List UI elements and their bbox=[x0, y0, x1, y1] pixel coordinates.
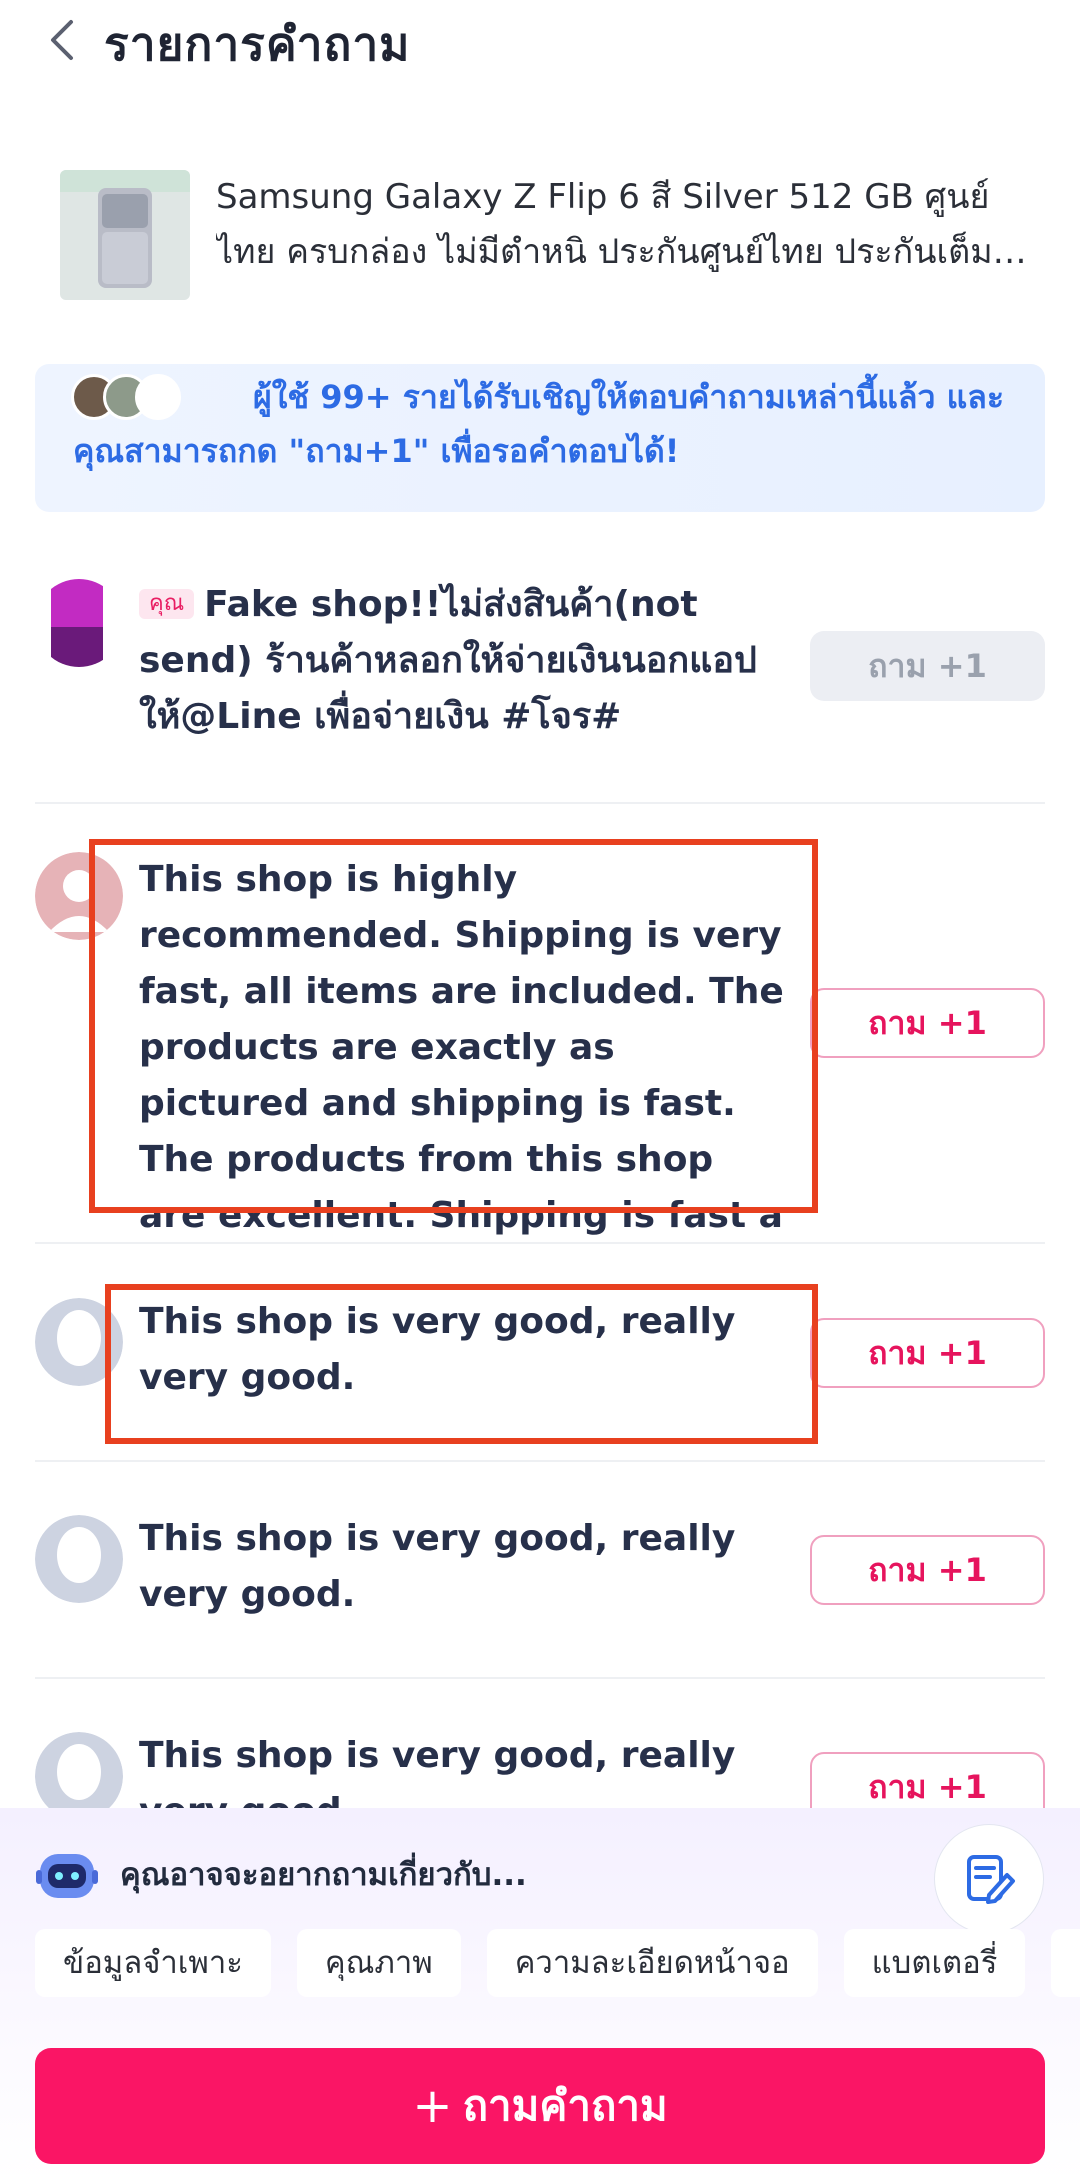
me-badge: คุณ bbox=[139, 589, 195, 619]
question-text: This shop is very good, really very good… bbox=[139, 1518, 736, 1615]
question-item[interactable]: คุณ Fake shop!!ไม่ส่งสินค้า(not send) ร้า… bbox=[35, 575, 1045, 755]
divider bbox=[35, 1242, 1045, 1244]
suggestion-chips: ข้อมูลจำเพาะ คุณภาพ ความละเอียดหน้าจอ แบ… bbox=[35, 1929, 1080, 1997]
assistant-robot-icon bbox=[36, 1854, 98, 1898]
ask-plus-one-button[interactable]: ถาม +1 bbox=[810, 988, 1045, 1058]
suggest-header: คุณอาจจะอยากถามเกี่ยวกับ... bbox=[36, 1844, 527, 1904]
product-image bbox=[60, 170, 190, 300]
divider bbox=[35, 1460, 1045, 1462]
ask-question-button[interactable]: + ถามคำถาม bbox=[35, 2048, 1045, 2164]
highlight-box bbox=[89, 839, 818, 1213]
chevron-left-icon bbox=[51, 20, 73, 60]
question-body: Fake shop!!ไม่ส่งสินค้า(not send) ร้านค้… bbox=[139, 584, 757, 737]
question-item[interactable]: This shop is very good, really very good… bbox=[35, 1728, 1045, 1808]
avatar bbox=[35, 1732, 123, 1808]
highlight-box bbox=[105, 1284, 818, 1444]
ask-plus-one-button[interactable]: ถาม +1 bbox=[810, 1752, 1045, 1808]
page-title: รายการคำถาม bbox=[104, 17, 411, 71]
plus-icon: + bbox=[412, 2078, 453, 2134]
question-text: คุณ Fake shop!!ไม่ส่งสินค้า(not send) ร้า… bbox=[139, 577, 789, 745]
chip-screen-resolution[interactable]: ความละเอียดหน้าจอ bbox=[486, 1929, 818, 1997]
invite-banner: ผู้ใช้ 99+ รายได้รับเชิญให้ตอบคำถามเหล่า… bbox=[35, 364, 1045, 512]
avatar bbox=[35, 1515, 123, 1603]
ask-plus-one-button[interactable]: ถาม +1 bbox=[810, 1535, 1045, 1605]
divider bbox=[35, 802, 1045, 804]
bottom-panel: คุณอาจจะอยากถามเกี่ยวกับ... ข้อมูลจำเพาะ… bbox=[0, 1808, 1080, 2181]
product-card[interactable]: Samsung Galaxy Z Flip 6 สี Silver 512 GB… bbox=[60, 170, 1040, 302]
product-name: Samsung Galaxy Z Flip 6 สี Silver 512 GB… bbox=[216, 177, 1026, 272]
question-text: This shop is very good, really very good… bbox=[139, 1735, 736, 1808]
chip-capacity[interactable]: ความจุ bbox=[1051, 1929, 1080, 1997]
back-button[interactable] bbox=[40, 14, 84, 66]
write-question-button[interactable] bbox=[934, 1824, 1044, 1934]
edit-note-icon bbox=[967, 1855, 1015, 1904]
chip-battery[interactable]: แบตเตอรี่ bbox=[843, 1929, 1026, 1997]
divider bbox=[35, 1677, 1045, 1679]
suggest-title: คุณอาจจะอยากถามเกี่ยวกับ... bbox=[120, 1857, 527, 1893]
ask-question-label: ถามคำถาม bbox=[462, 2081, 668, 2130]
chip-specs[interactable]: ข้อมูลจำเพาะ bbox=[35, 1929, 271, 1997]
chip-quality[interactable]: คุณภาพ bbox=[296, 1929, 461, 1997]
ask-plus-one-button[interactable]: ถาม +1 bbox=[810, 1318, 1045, 1388]
question-item[interactable]: This shop is very good, really very good… bbox=[35, 1511, 1045, 1631]
top-bar: รายการคำถาม bbox=[0, 0, 1080, 80]
avatar bbox=[35, 579, 123, 667]
ask-plus-one-button[interactable]: ถาม +1 bbox=[810, 631, 1045, 701]
banner-text: ผู้ใช้ 99+ รายได้รับเชิญให้ตอบคำถามเหล่า… bbox=[73, 378, 1005, 470]
